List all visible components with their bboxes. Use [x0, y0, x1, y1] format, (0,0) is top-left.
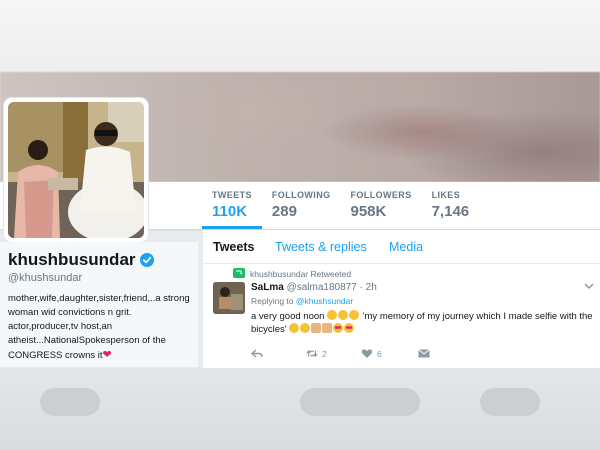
- tweet-actions: 2 6: [251, 348, 591, 362]
- kiss-emoji-icon: [300, 323, 311, 333]
- kiss-emoji-icon: [289, 323, 300, 333]
- like-count: 6: [377, 348, 382, 359]
- stat-tweets[interactable]: TWEETS 110K: [202, 182, 262, 229]
- retweet-button[interactable]: 2: [306, 348, 327, 359]
- stat-label: TWEETS: [212, 190, 252, 200]
- heart-eyes-emoji-icon: [333, 323, 344, 333]
- envelope-icon: [418, 349, 430, 358]
- tweet-item[interactable]: khushbusundar Retweeted SaLma @salma1808…: [203, 264, 600, 368]
- profile-name[interactable]: khushbusundar: [8, 250, 154, 270]
- reply-icon: [251, 349, 263, 358]
- tweet-text: a very good noon 'my memory of my journe…: [251, 310, 596, 336]
- stat-likes[interactable]: LIKES 7,146: [422, 182, 480, 229]
- like-button[interactable]: 6: [361, 348, 382, 359]
- stat-following[interactable]: FOLLOWING 289: [262, 182, 341, 229]
- profile-stats: TWEETS 110K FOLLOWING 289 FOLLOWERS 958K…: [202, 182, 479, 229]
- stat-value: 7,146: [431, 203, 470, 220]
- stat-label: FOLLOWERS: [350, 190, 412, 200]
- stat-value: 110K: [212, 203, 248, 220]
- retweeted-by[interactable]: khushbusundar Retweeted: [250, 269, 351, 279]
- profile-avatar-frame[interactable]: [4, 98, 148, 242]
- profile-bio-text: mother,wife,daughter,sister,friend,..a s…: [8, 293, 190, 361]
- retweet-count: 2: [322, 348, 327, 359]
- retweet-icon: [306, 350, 318, 357]
- tweet-avatar-photo: [213, 282, 245, 314]
- tab-tweets[interactable]: Tweets: [213, 240, 254, 254]
- stat-label: FOLLOWING: [271, 190, 331, 200]
- reply-button[interactable]: [251, 348, 263, 359]
- replying-handle-link[interactable]: @khushsundar: [296, 296, 353, 306]
- stat-label: LIKES: [431, 190, 461, 200]
- stat-followers[interactable]: FOLLOWERS 958K: [341, 182, 422, 229]
- tweet-author-handle[interactable]: @salma180877: [287, 282, 357, 293]
- page-bottom-background: [0, 368, 600, 450]
- verified-badge-icon: [139, 253, 154, 267]
- blurred-shape: [300, 388, 420, 416]
- profile-card: khushbusundar @khushsundar mother,wife,d…: [0, 242, 198, 367]
- tab-media[interactable]: Media: [389, 240, 423, 254]
- avatar-photo: [8, 102, 144, 238]
- folded-hands-emoji-icon: [322, 323, 333, 333]
- stat-value: 289: [271, 203, 297, 220]
- stat-value: 958K: [350, 203, 387, 220]
- tweet-text-part1: a very good noon: [251, 311, 328, 322]
- timeline-tabs: Tweets Tweets & replies Media: [203, 230, 600, 264]
- kiss-emoji-icon: [327, 310, 338, 320]
- retweet-context-icon: [233, 268, 245, 278]
- heart-icon: [361, 349, 373, 358]
- profile-handle[interactable]: @khushsundar: [8, 272, 82, 284]
- tweet-header: SaLma @salma180877 · 2h: [251, 282, 377, 293]
- blurred-shape: [40, 388, 100, 416]
- profile-name-text: khushbusundar: [8, 250, 136, 269]
- tab-tweets-replies[interactable]: Tweets & replies: [275, 240, 367, 254]
- kiss-emoji-icon: [338, 310, 349, 320]
- direct-message-button[interactable]: [418, 348, 430, 359]
- profile-bio: mother,wife,daughter,sister,friend,..a s…: [8, 292, 194, 363]
- kiss-emoji-icon: [349, 310, 360, 320]
- profile-avatar: [8, 102, 144, 238]
- heart-icon: ❤: [102, 349, 112, 361]
- folded-hands-emoji-icon: [311, 323, 322, 333]
- heart-eyes-emoji-icon: [344, 323, 355, 333]
- replying-prefix: Replying to: [251, 296, 294, 306]
- replying-to: Replying to @khushsundar: [251, 296, 353, 306]
- top-strip: [0, 0, 600, 72]
- tweet-author-name[interactable]: SaLma: [251, 282, 284, 293]
- tweet-author-avatar[interactable]: [213, 282, 245, 314]
- blurred-shape: [480, 388, 540, 416]
- tweet-time[interactable]: · 2h: [360, 282, 377, 293]
- timeline: Tweets Tweets & replies Media khushbusun…: [203, 230, 600, 368]
- chevron-down-icon[interactable]: [584, 282, 594, 290]
